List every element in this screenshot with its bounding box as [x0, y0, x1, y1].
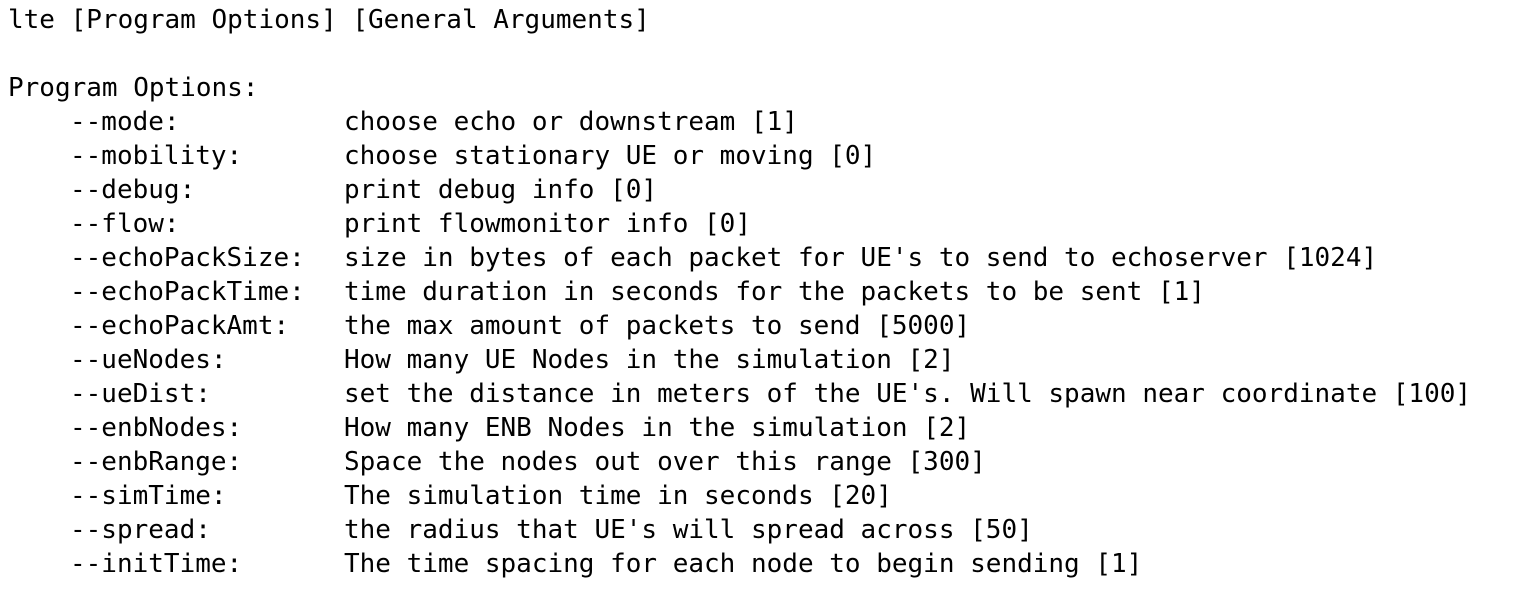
option-row-enbnodes: --enbNodes: How many ENB Nodes in the si… — [8, 411, 1528, 445]
option-row-spread: --spread: the radius that UE's will spre… — [8, 513, 1528, 547]
option-flag: --ueDist: — [70, 379, 211, 409]
options-list: --mode: choose echo or downstream [1] --… — [8, 105, 1528, 581]
option-description: the max amount of packets to send [5000] — [344, 311, 971, 341]
option-row-echopackamt: --echoPackAmt: the max amount of packets… — [8, 309, 1528, 343]
option-flag: --simTime: — [70, 481, 227, 511]
option-flag: --echoPackTime: — [70, 277, 305, 307]
option-flag: --mobility: — [70, 141, 243, 171]
option-row-inittime: --initTime: The time spacing for each no… — [8, 547, 1528, 581]
option-description: The time spacing for each node to begin … — [344, 549, 1143, 579]
option-description: time duration in seconds for the packets… — [344, 277, 1205, 307]
option-description: choose echo or downstream [1] — [344, 107, 798, 137]
option-flag: --enbNodes: — [70, 413, 243, 443]
option-description: set the distance in meters of the UE's. … — [344, 379, 1472, 409]
option-row-simtime: --simTime: The simulation time in second… — [8, 479, 1528, 513]
option-description: size in bytes of each packet for UE's to… — [344, 243, 1378, 273]
usage-line: lte [Program Options] [General Arguments… — [8, 5, 650, 35]
option-flag: --ueNodes: — [70, 345, 227, 375]
option-description: the radius that UE's will spread across … — [344, 515, 1033, 545]
option-flag: --mode: — [70, 107, 180, 137]
option-row-flow: --flow: print flowmonitor info [0] — [8, 207, 1528, 241]
option-flag: --initTime: — [70, 549, 243, 579]
option-description: How many ENB Nodes in the simulation [2] — [344, 413, 971, 443]
option-flag: --debug: — [70, 175, 196, 205]
option-flag: --echoPackAmt: — [70, 311, 290, 341]
option-description: Space the nodes out over this range [300… — [344, 447, 986, 477]
option-row-uenodes: --ueNodes: How many UE Nodes in the simu… — [8, 343, 1528, 377]
option-description: print flowmonitor info [0] — [344, 209, 751, 239]
option-flag: --flow: — [70, 209, 180, 239]
option-row-uedist: --ueDist: set the distance in meters of … — [8, 377, 1528, 411]
option-row-mode: --mode: choose echo or downstream [1] — [8, 105, 1528, 139]
option-row-echopacksize: --echoPackSize: size in bytes of each pa… — [8, 241, 1528, 275]
option-flag: --enbRange: — [70, 447, 243, 477]
option-description: choose stationary UE or moving [0] — [344, 141, 877, 171]
option-description: print debug info [0] — [344, 175, 658, 205]
option-flag: --echoPackSize: — [70, 243, 305, 273]
option-row-enbrange: --enbRange: Space the nodes out over thi… — [8, 445, 1528, 479]
option-row-mobility: --mobility: choose stationary UE or movi… — [8, 139, 1528, 173]
option-description: How many UE Nodes in the simulation [2] — [344, 345, 955, 375]
option-row-debug: --debug: print debug info [0] — [8, 173, 1528, 207]
option-description: The simulation time in seconds [20] — [344, 481, 892, 511]
option-row-echopacktime: --echoPackTime: time duration in seconds… — [8, 275, 1528, 309]
terminal-output: lte [Program Options] [General Arguments… — [0, 0, 1528, 592]
section-heading: Program Options: — [8, 73, 259, 103]
option-flag: --spread: — [70, 515, 211, 545]
